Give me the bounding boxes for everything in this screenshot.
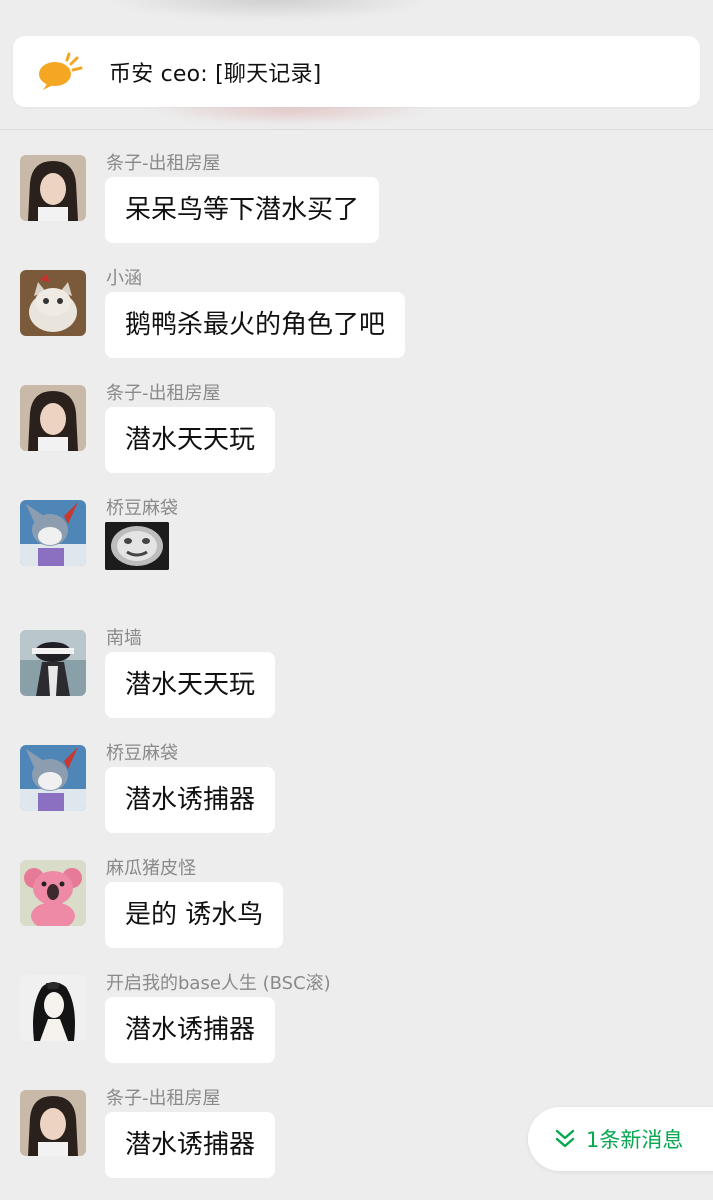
sender-name: 南墙 (106, 628, 142, 649)
message-bubble[interactable]: 潜水诱捕器 (105, 767, 276, 833)
avatar[interactable] (20, 385, 86, 451)
header-area: 币安 ceo: [聊天记录] (0, 0, 713, 130)
new-messages-button[interactable]: 1条新消息 (528, 1107, 713, 1171)
message-bubble[interactable]: 是的 诱水鸟 (105, 882, 284, 948)
header-blur (110, 0, 430, 20)
avatar[interactable] (20, 975, 86, 1041)
avatar[interactable] (20, 860, 86, 926)
avatar[interactable] (20, 1090, 86, 1156)
announcement-text: 币安 ceo: [聊天记录] (109, 61, 322, 87)
double-chevron-down-icon (554, 1128, 576, 1150)
chat-screen: 币安 ceo: [聊天记录] 条子-出租房屋 呆呆鸟等下潜水买了 小涵 鹅鸭杀最… (0, 0, 713, 1200)
sender-name: 桥豆麻袋 (106, 743, 178, 764)
message-bubble[interactable]: 鹅鸭杀最火的角色了吧 (105, 292, 406, 358)
new-messages-label: 1条新消息 (586, 1128, 684, 1152)
megaphone-icon (37, 52, 93, 92)
avatar[interactable] (20, 745, 86, 811)
sender-name: 小涵 (106, 268, 142, 289)
sender-name: 桥豆麻袋 (106, 498, 178, 519)
message-bubble[interactable]: 潜水诱捕器 (105, 997, 276, 1063)
avatar[interactable] (20, 270, 86, 336)
sender-name: 条子-出租房屋 (106, 1088, 221, 1109)
message-bubble[interactable]: 潜水天天玩 (105, 407, 276, 473)
message-bubble[interactable]: 潜水诱捕器 (105, 1112, 276, 1178)
avatar[interactable] (20, 155, 86, 221)
avatar[interactable] (20, 500, 86, 566)
sender-name: 条子-出租房屋 (106, 153, 221, 174)
announcement-card[interactable]: 币安 ceo: [聊天记录] (13, 36, 700, 107)
sticker-image[interactable] (105, 522, 169, 570)
sender-name: 麻瓜猪皮怪 (106, 858, 196, 879)
sender-name: 条子-出租房屋 (106, 383, 221, 404)
message-bubble[interactable]: 呆呆鸟等下潜水买了 (105, 177, 380, 243)
sender-name: 开启我的base人生 (BSC滚) (106, 973, 331, 994)
message-bubble[interactable]: 潜水天天玩 (105, 652, 276, 718)
avatar[interactable] (20, 630, 86, 696)
